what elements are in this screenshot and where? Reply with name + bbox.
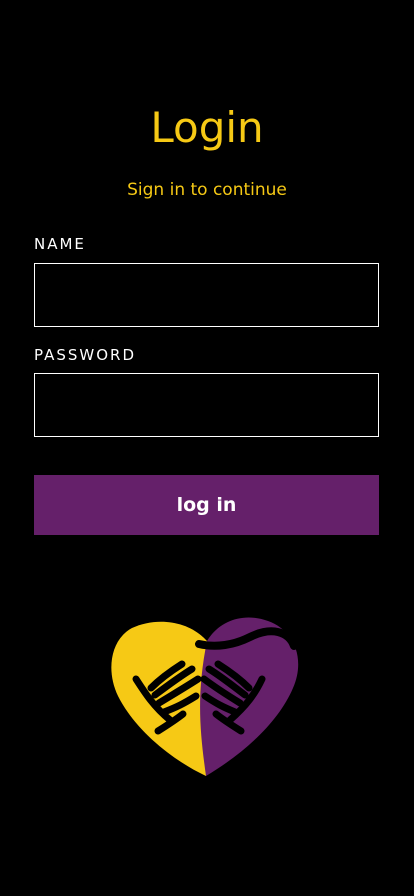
heart-hands-logo xyxy=(108,616,306,782)
page-title: Login xyxy=(150,103,264,152)
page-subtitle: Sign in to continue xyxy=(127,180,287,200)
name-label: NAME xyxy=(34,235,86,253)
password-field[interactable] xyxy=(34,373,379,437)
login-button[interactable]: log in xyxy=(34,475,379,535)
name-field[interactable] xyxy=(34,263,379,327)
password-label: PASSWORD xyxy=(34,346,137,364)
login-screen: Login Sign in to continue NAME PASSWORD … xyxy=(0,0,414,896)
